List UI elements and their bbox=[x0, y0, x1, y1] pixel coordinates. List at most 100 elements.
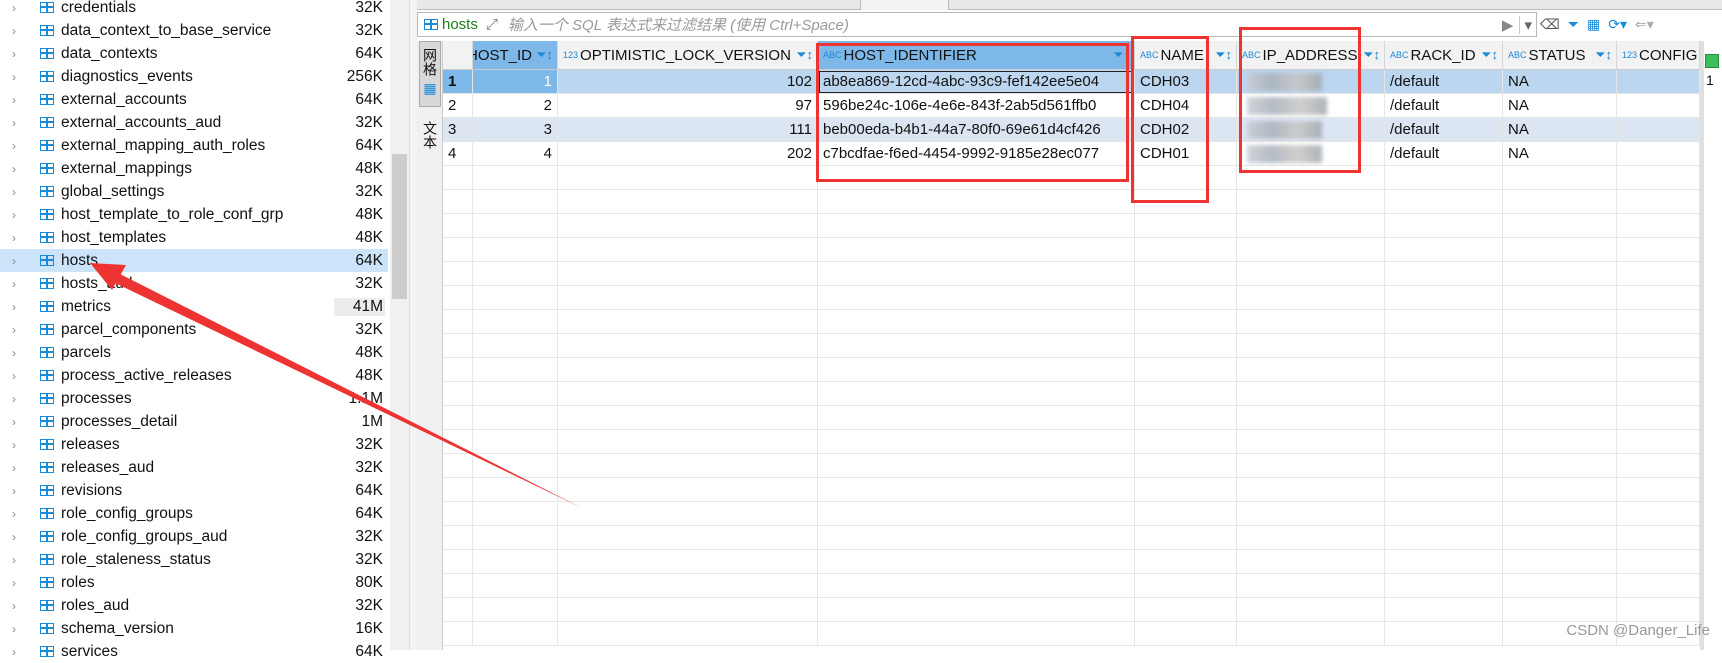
grid-cell[interactable] bbox=[818, 238, 1135, 262]
sidebar-scrollbar[interactable] bbox=[390, 0, 409, 650]
sidebar-item-processes[interactable]: › processes 1.1M bbox=[0, 387, 388, 410]
grid-cell[interactable]: 2 bbox=[473, 94, 558, 118]
row-number[interactable]: 2 bbox=[443, 94, 473, 118]
grid-cell[interactable] bbox=[1237, 262, 1385, 286]
sidebar-item-global-settings[interactable]: › global_settings 32K bbox=[0, 180, 388, 203]
grid-cell[interactable] bbox=[473, 430, 558, 454]
grid-cell[interactable] bbox=[1135, 358, 1237, 382]
sidebar-item-processes-detail[interactable]: › processes_detail 1M bbox=[0, 410, 388, 433]
grid-cell[interactable] bbox=[473, 550, 558, 574]
grid-cell[interactable] bbox=[1135, 574, 1237, 598]
chevron-right-icon[interactable]: › bbox=[12, 185, 24, 199]
sidebar-item-external-accounts[interactable]: › external_accounts 64K bbox=[0, 88, 388, 111]
grid-cell[interactable] bbox=[1385, 382, 1503, 406]
grid-cell[interactable] bbox=[818, 478, 1135, 502]
grid-cell[interactable] bbox=[558, 238, 818, 262]
grid-cell[interactable]: NA bbox=[1503, 142, 1617, 166]
grid-cell[interactable] bbox=[558, 286, 818, 310]
sidebar-item-services[interactable]: › services 64K bbox=[0, 640, 388, 663]
grid-cell[interactable] bbox=[1385, 502, 1503, 526]
row-number[interactable] bbox=[443, 358, 473, 382]
tab-text[interactable]: 文本 bbox=[419, 115, 441, 175]
chevron-right-icon[interactable]: › bbox=[12, 530, 24, 544]
grid-cell[interactable] bbox=[1617, 166, 1700, 190]
grid-cell[interactable] bbox=[1385, 430, 1503, 454]
grid-cell[interactable] bbox=[1385, 574, 1503, 598]
grid-cell[interactable] bbox=[818, 550, 1135, 574]
grid-cell[interactable] bbox=[473, 478, 558, 502]
grid-cell[interactable] bbox=[558, 214, 818, 238]
grid-cell[interactable] bbox=[558, 454, 818, 478]
grid-cell[interactable] bbox=[1617, 286, 1700, 310]
chevron-right-icon[interactable]: › bbox=[12, 415, 24, 429]
sidebar-item-metrics[interactable]: › metrics 41M bbox=[0, 295, 388, 318]
grid-cell[interactable] bbox=[1385, 358, 1503, 382]
row-number[interactable] bbox=[443, 526, 473, 550]
grid-cell[interactable] bbox=[1135, 310, 1237, 334]
grid-cell[interactable] bbox=[1237, 382, 1385, 406]
grid-cell[interactable] bbox=[1237, 358, 1385, 382]
grid-cell[interactable] bbox=[818, 622, 1135, 646]
grid-cell[interactable] bbox=[558, 166, 818, 190]
chevron-right-icon[interactable]: › bbox=[12, 645, 24, 659]
grid-cell[interactable]: NA bbox=[1503, 94, 1617, 118]
sidebar-item-credentials[interactable]: › credentials 32K bbox=[0, 0, 388, 19]
chevron-right-icon[interactable]: › bbox=[12, 70, 24, 84]
sidebar-scrollbar-thumb[interactable] bbox=[392, 154, 407, 299]
chevron-right-icon[interactable]: › bbox=[12, 323, 24, 337]
grid-cell[interactable] bbox=[1237, 406, 1385, 430]
grid-cell[interactable] bbox=[1503, 598, 1617, 622]
expand-icon[interactable]: ⤢ bbox=[486, 16, 498, 33]
grid-cell[interactable] bbox=[1385, 166, 1503, 190]
row-number[interactable] bbox=[443, 334, 473, 358]
row-number[interactable] bbox=[443, 550, 473, 574]
chevron-right-icon[interactable]: › bbox=[12, 208, 24, 222]
grid-cell[interactable] bbox=[1237, 622, 1385, 646]
chevron-right-icon[interactable]: › bbox=[12, 461, 24, 475]
chevron-right-icon[interactable]: › bbox=[12, 162, 24, 176]
grid-cell[interactable] bbox=[818, 334, 1135, 358]
grid-cell[interactable] bbox=[1135, 478, 1237, 502]
grid-cell[interactable] bbox=[1385, 550, 1503, 574]
grid-cell[interactable] bbox=[1135, 622, 1237, 646]
chevron-right-icon[interactable]: › bbox=[12, 622, 24, 636]
grid-cell[interactable] bbox=[1503, 502, 1617, 526]
panel-divider[interactable] bbox=[409, 0, 417, 650]
run-filter-icon[interactable]: ▶ bbox=[1502, 16, 1514, 34]
grid-cell[interactable] bbox=[1503, 310, 1617, 334]
row-number[interactable] bbox=[443, 166, 473, 190]
grid-cell[interactable] bbox=[1503, 334, 1617, 358]
grid-cell[interactable] bbox=[818, 358, 1135, 382]
filter-history-dropdown-icon[interactable]: ▾ bbox=[1519, 15, 1536, 34]
chevron-right-icon[interactable]: › bbox=[12, 47, 24, 61]
grid-cell[interactable] bbox=[1617, 502, 1700, 526]
grid-cell[interactable] bbox=[1237, 286, 1385, 310]
grid-cell[interactable]: /default bbox=[1385, 118, 1503, 142]
row-number[interactable] bbox=[443, 598, 473, 622]
row-number[interactable] bbox=[443, 478, 473, 502]
grid-cell[interactable] bbox=[1135, 526, 1237, 550]
row-number-header[interactable] bbox=[443, 41, 473, 70]
grid-cell[interactable] bbox=[473, 286, 558, 310]
grid-cell[interactable] bbox=[1135, 406, 1237, 430]
grid-cell[interactable] bbox=[558, 334, 818, 358]
sidebar-item-external-accounts-aud[interactable]: › external_accounts_aud 32K bbox=[0, 111, 388, 134]
grid-cell[interactable] bbox=[1617, 406, 1700, 430]
grid-cell[interactable]: 1 bbox=[473, 70, 558, 94]
grid-cell[interactable] bbox=[1617, 70, 1700, 94]
grid-cell[interactable] bbox=[1503, 550, 1617, 574]
sidebar-item-roles[interactable]: › roles 80K bbox=[0, 571, 388, 594]
sidebar-item-role-staleness-status[interactable]: › role_staleness_status 32K bbox=[0, 548, 388, 571]
grid-cell[interactable] bbox=[558, 406, 818, 430]
grid-cell[interactable] bbox=[1135, 238, 1237, 262]
filter-settings-icon[interactable]: ▦ bbox=[1587, 16, 1600, 33]
sidebar-item-schema-version[interactable]: › schema_version 16K bbox=[0, 617, 388, 640]
grid-cell[interactable] bbox=[818, 526, 1135, 550]
grid-cell[interactable] bbox=[1135, 334, 1237, 358]
chevron-right-icon[interactable]: › bbox=[12, 24, 24, 38]
sidebar-item-role-config-groups[interactable]: › role_config_groups 64K bbox=[0, 502, 388, 525]
grid-cell[interactable] bbox=[1617, 382, 1700, 406]
sidebar-item-parcels[interactable]: › parcels 48K bbox=[0, 341, 388, 364]
grid-cell[interactable] bbox=[558, 430, 818, 454]
grid-cell[interactable]: /default bbox=[1385, 94, 1503, 118]
